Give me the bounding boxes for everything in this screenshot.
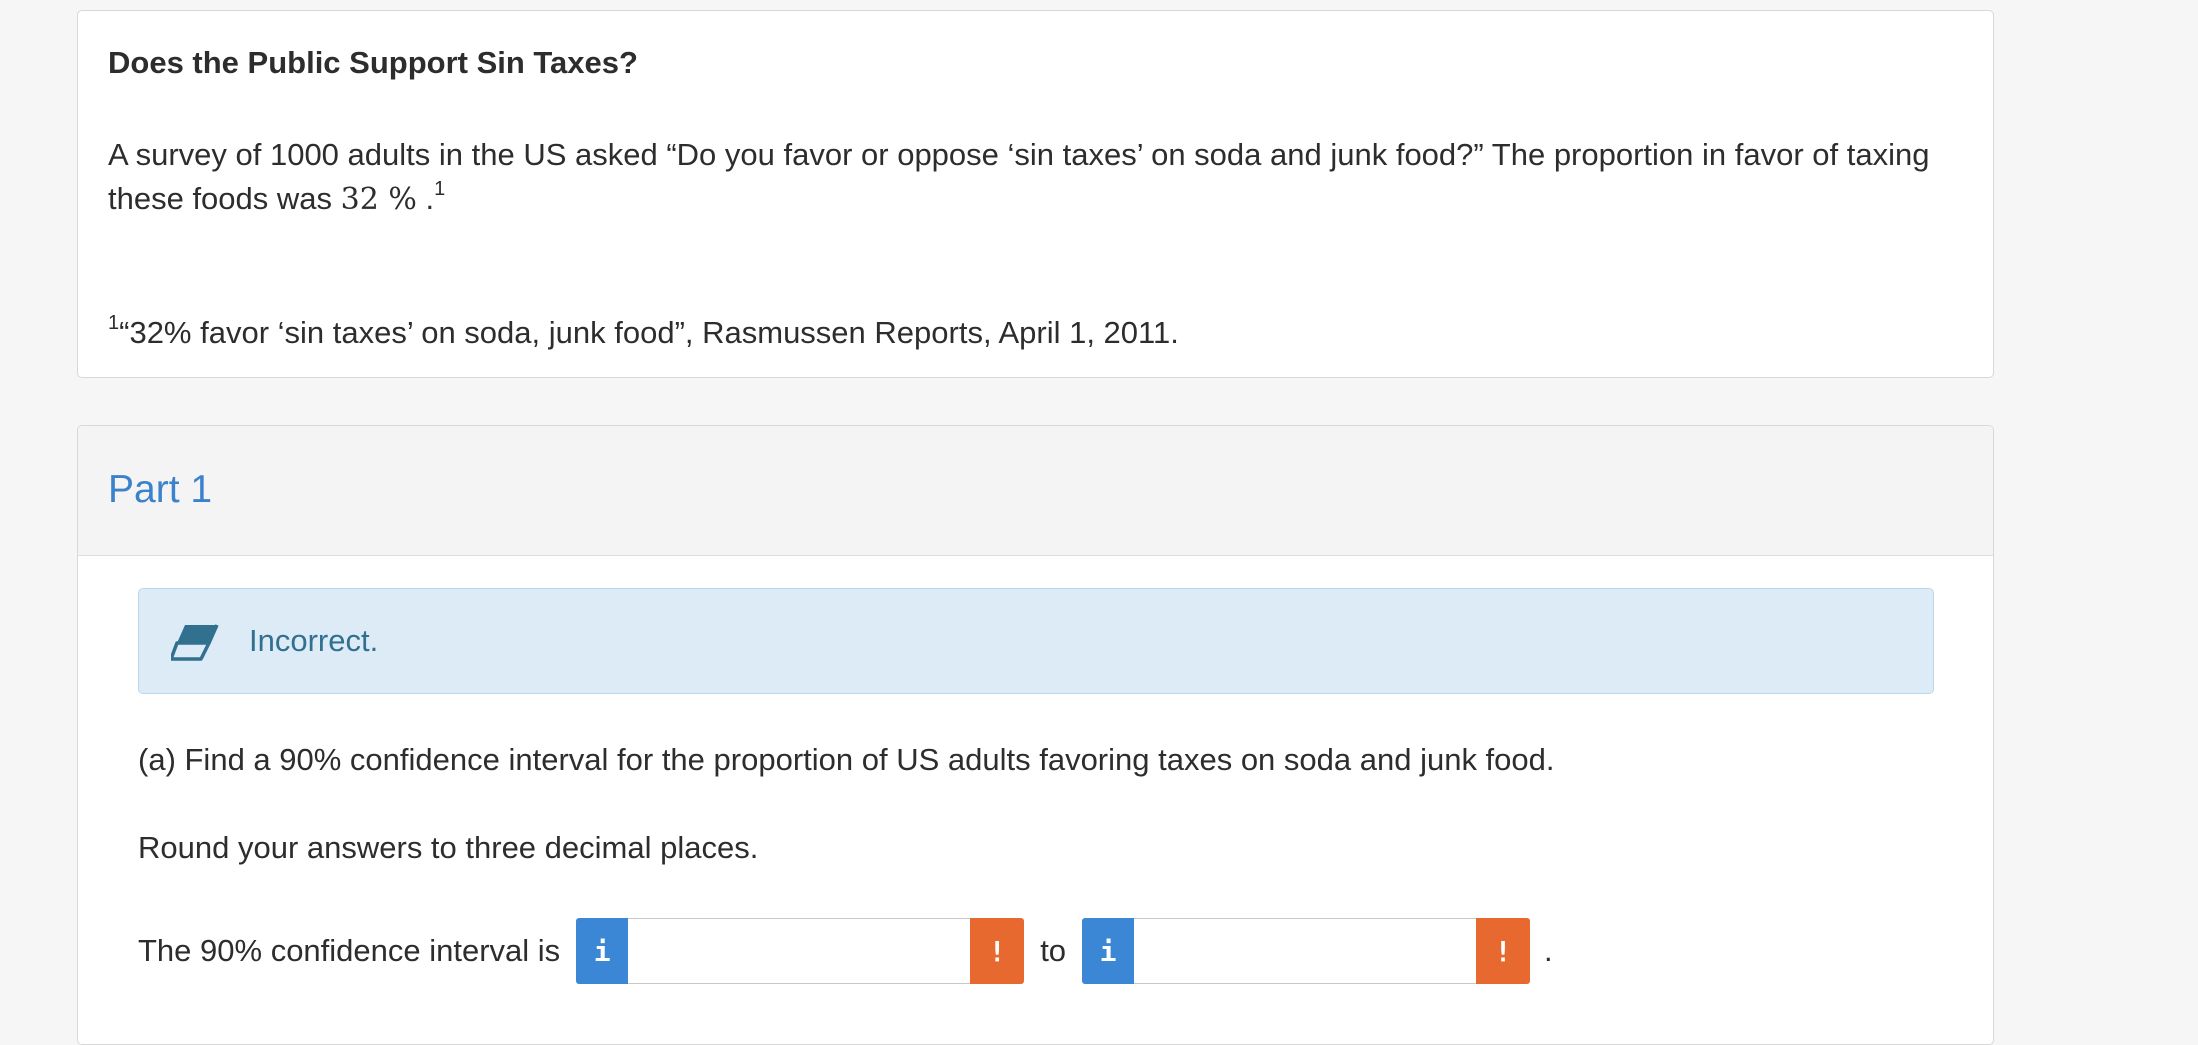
proportion-value: 32 % [340,182,417,217]
footnote-ref[interactable]: 1 [434,178,445,200]
end-period: . [1544,933,1553,968]
answer-row: The 90% confidence interval is i ! to i … [138,918,1553,984]
lower-warning-button[interactable]: ! [970,918,1025,984]
problem-card: Does the Public Support Sin Taxes? A sur… [77,10,1994,378]
footnote: 1“32% favor ‘sin taxes’ on soda, junk fo… [108,312,1179,351]
upper-bound-input[interactable] [1134,918,1477,984]
problem-statement: A survey of 1000 adults in the US asked … [108,133,1968,222]
eraser-icon [171,624,219,661]
part-header: Part 1 [78,426,1993,556]
question-text: (a) Find a 90% confidence interval for t… [138,742,1555,777]
problem-text-after: . [425,181,435,216]
lower-info-button[interactable]: i [576,918,629,984]
footnote-text: “32% favor ‘sin taxes’ on soda, junk foo… [119,315,1179,350]
part-card: Part 1 Incorrect. (a) Find a 90% confide… [77,425,1994,1045]
part-title: Part 1 [108,468,213,511]
lower-bound-input[interactable] [628,918,971,984]
incorrect-alert: Incorrect. [138,588,1934,694]
footnote-marker: 1 [108,312,120,334]
upper-info-button[interactable]: i [1082,918,1135,984]
upper-warning-button[interactable]: ! [1476,918,1531,984]
interval-label: The 90% confidence interval is [138,933,561,968]
to-label: to [1040,933,1067,968]
lower-bound-group: i ! [576,918,1025,984]
problem-title: Does the Public Support Sin Taxes? [108,45,638,80]
top-strip [0,0,2198,6]
upper-bound-group: i ! [1082,918,1531,984]
alert-text: Incorrect. [249,623,379,658]
rounding-instruction: Round your answers to three decimal plac… [138,830,759,865]
